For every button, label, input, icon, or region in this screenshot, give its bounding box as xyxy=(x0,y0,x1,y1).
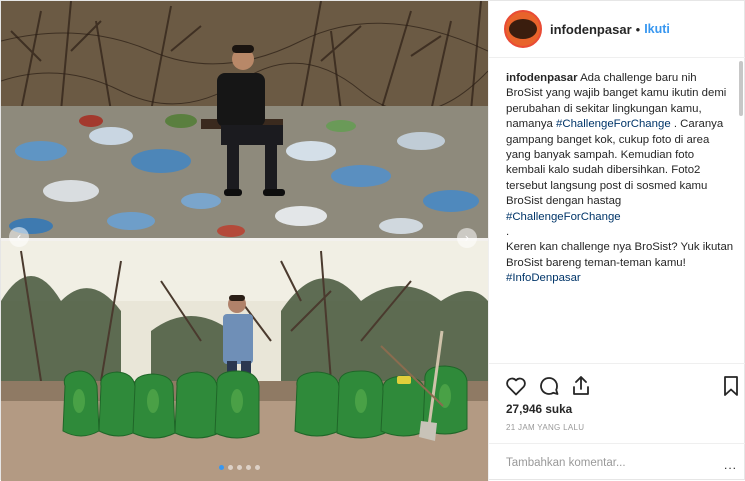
avatar[interactable] xyxy=(504,10,542,48)
post-header: infodenpasar • Ikuti xyxy=(489,1,745,58)
photo-collage xyxy=(1,1,488,481)
comment-bar: ... xyxy=(489,443,745,481)
hashtag-link[interactable]: #ChallengeForChange xyxy=(506,211,621,223)
instagram-post: ‹ › infodenpasar • Ikuti infodenpasar Ad… xyxy=(0,0,745,481)
header-username[interactable]: infodenpasar xyxy=(550,22,632,37)
carousel-dot xyxy=(219,465,224,470)
carousel-dot xyxy=(246,465,251,470)
chevron-right-icon[interactable]: › xyxy=(457,228,477,248)
carousel-indicator xyxy=(219,465,260,470)
share-icon[interactable] xyxy=(569,374,593,398)
carousel-dot xyxy=(255,465,260,470)
post-timestamp[interactable]: 21 JAM YANG LALU xyxy=(506,423,584,432)
caption-scrollbar[interactable] xyxy=(739,61,743,116)
chevron-left-icon[interactable]: ‹ xyxy=(9,227,29,247)
more-options-icon[interactable]: ... xyxy=(724,458,737,472)
caption-username[interactable]: infodenpasar xyxy=(506,72,578,84)
post-caption: infodenpasar Ada challenge baru nih BroS… xyxy=(506,71,734,287)
carousel-dot xyxy=(237,465,242,470)
bookmark-icon[interactable] xyxy=(719,374,743,398)
hashtag-link[interactable]: #InfoDenpasar xyxy=(506,272,581,284)
comment-icon[interactable] xyxy=(537,374,561,398)
caption-text-2: . Caranya gampang banget kok, cukup foto… xyxy=(506,118,724,208)
caption-dot-line: . xyxy=(506,226,510,239)
post-side-panel: infodenpasar • Ikuti infodenpasar Ada ch… xyxy=(488,1,745,481)
follow-button[interactable]: Ikuti xyxy=(644,22,670,36)
heart-icon[interactable] xyxy=(504,374,528,398)
like-count[interactable]: 27,946 suka xyxy=(506,402,572,416)
carousel-dot xyxy=(228,465,233,470)
caption-text-3: Keren kan challenge nya BroSist? Yuk iku… xyxy=(506,241,734,269)
hashtag-link[interactable]: #ChallengeForChange xyxy=(556,118,671,130)
header-separator: • xyxy=(635,21,641,37)
post-image[interactable]: ‹ › xyxy=(1,1,488,481)
avatar-logo-icon xyxy=(509,19,537,39)
comment-input[interactable] xyxy=(506,456,706,469)
